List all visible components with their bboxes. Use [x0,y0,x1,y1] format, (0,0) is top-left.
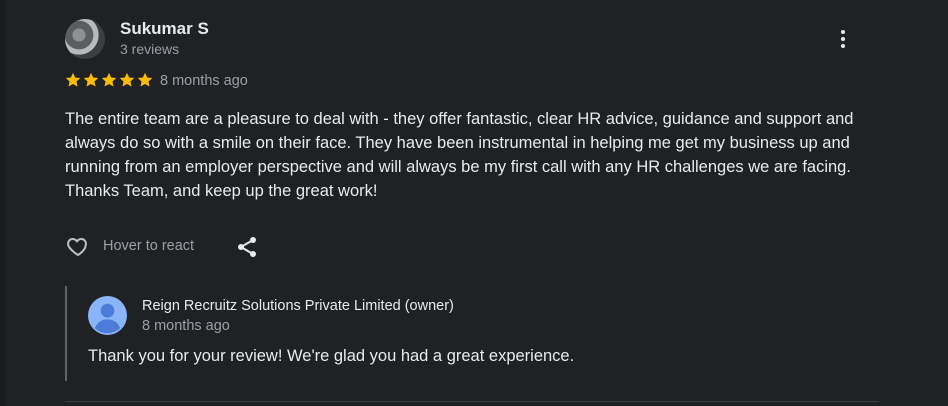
star-icon [83,72,99,87]
owner-avatar [88,296,127,335]
heart-outline-icon [67,238,87,256]
more-vert-icon-dot [841,37,845,41]
reviewer-name[interactable]: Sukumar S [120,19,209,39]
more-vert-icon-dot [841,30,845,34]
left-edge [0,0,6,406]
review-text: The entire team are a pleasure to deal w… [65,110,854,200]
divider [65,401,879,402]
person-icon [88,296,127,335]
react-button[interactable] [65,234,91,258]
react-label[interactable]: Hover to react [103,238,194,254]
star-rating [64,71,154,89]
more-vert-icon-dot [841,44,845,48]
owner-response-text: Thank you for your review! We're glad yo… [88,347,575,365]
star-icon [101,72,117,87]
share-button[interactable] [235,234,259,260]
star-icon [65,72,81,87]
more-options-button[interactable] [832,27,854,53]
star-icon [119,72,135,87]
owner-name: Reign Recruitz Solutions Private Limited… [142,298,454,314]
reviewer-review-count[interactable]: 3 reviews [120,41,179,57]
star-icon [137,72,153,87]
review-time: 8 months ago [160,73,248,89]
share-icon [238,237,256,257]
owner-response-time: 8 months ago [142,318,230,334]
reviewer-avatar[interactable] [65,19,105,59]
owner-response-bar [65,286,67,381]
